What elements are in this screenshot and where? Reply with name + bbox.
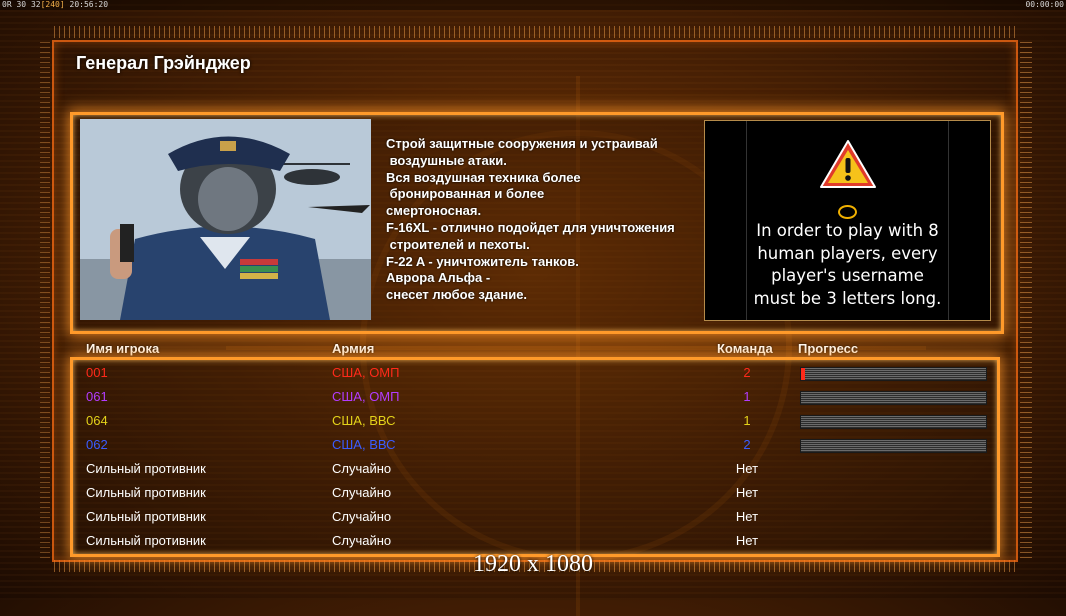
player-army[interactable]: Случайно: [332, 505, 391, 529]
general-title: Генерал Грэйнджер: [76, 53, 251, 73]
player-team[interactable]: 2: [734, 433, 760, 457]
player-team[interactable]: Нет: [734, 457, 760, 481]
player-army[interactable]: Случайно: [332, 481, 391, 505]
player-row[interactable]: 064 США, ВВС 1: [74, 409, 990, 433]
header-team: Команда: [717, 341, 773, 356]
ruler-top: [54, 26, 1016, 38]
general-portrait: [80, 119, 371, 320]
status-left: 0R 30 32[240] 20:56:20: [2, 0, 109, 9]
player-army[interactable]: США, ОМП: [332, 361, 399, 385]
player-row[interactable]: 061 США, ОМП 1: [74, 385, 990, 409]
general-portrait-image: [80, 119, 371, 320]
player-row[interactable]: Сильный противник Случайно Нет: [74, 505, 990, 529]
loading-ring-icon: [838, 205, 857, 219]
player-name[interactable]: Сильный противник: [86, 529, 206, 553]
warning-triangle-icon: [820, 140, 876, 188]
player-progress-bar: [800, 415, 987, 429]
player-team[interactable]: Нет: [734, 481, 760, 505]
player-row[interactable]: 062 США, ВВС 2: [74, 433, 990, 457]
player-team[interactable]: 2: [734, 361, 760, 385]
player-progress-bar: [800, 439, 987, 453]
header-player-name: Имя игрока: [86, 341, 160, 356]
player-team[interactable]: Нет: [734, 505, 760, 529]
player-progress-bar: [800, 391, 987, 405]
ruler-left: [40, 40, 50, 558]
player-name[interactable]: Сильный противник: [86, 481, 206, 505]
player-limit-warning: In order to play with 8 human players, e…: [704, 120, 991, 321]
player-name[interactable]: Сильный противник: [86, 505, 206, 529]
resolution-label: 1920 x 1080: [473, 551, 593, 577]
player-name[interactable]: Сильный противник: [86, 457, 206, 481]
player-name[interactable]: 061: [86, 385, 108, 409]
game-timer: 00:00:00: [1025, 0, 1064, 9]
fps-counter: [240]: [40, 0, 65, 9]
header-army: Армия: [332, 341, 375, 356]
player-row[interactable]: Сильный противник Случайно Нет: [74, 457, 990, 481]
player-row[interactable]: 001 США, ОМП 2: [74, 361, 990, 385]
ruler-right: [1020, 40, 1032, 558]
player-army[interactable]: Случайно: [332, 529, 391, 553]
player-team[interactable]: 1: [734, 385, 760, 409]
player-row[interactable]: Сильный противник Случайно Нет: [74, 481, 990, 505]
player-army[interactable]: Случайно: [332, 457, 391, 481]
player-team[interactable]: 1: [734, 409, 760, 433]
status-bar: 0R 30 32[240] 20:56:20 00:00:00: [0, 0, 1066, 10]
player-name[interactable]: 062: [86, 433, 108, 457]
player-army[interactable]: США, ВВС: [332, 409, 396, 433]
player-army[interactable]: США, ОМП: [332, 385, 399, 409]
player-army[interactable]: США, ВВС: [332, 433, 396, 457]
header-progress: Прогресс: [798, 341, 859, 356]
player-progress-bar: [800, 367, 987, 381]
general-description: Строй защитные сооружения и устраивай во…: [386, 136, 675, 303]
player-team[interactable]: Нет: [734, 529, 760, 553]
warning-message: In order to play with 8 human players, e…: [753, 221, 942, 308]
session-clock: 20:56:20: [69, 0, 109, 9]
player-name[interactable]: 001: [86, 361, 108, 385]
player-row[interactable]: Сильный противник Случайно Нет: [74, 529, 990, 553]
player-name[interactable]: 064: [86, 409, 108, 433]
player-progress-fill: [801, 368, 805, 380]
